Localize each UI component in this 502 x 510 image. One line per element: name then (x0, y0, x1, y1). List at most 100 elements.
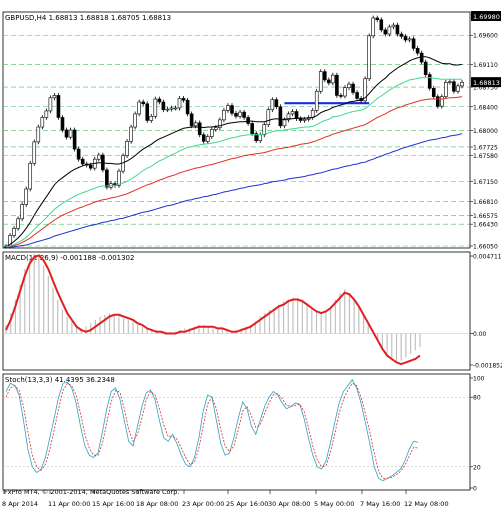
price-axis-label: -0.001852 (473, 362, 502, 369)
candle-body (456, 85, 460, 92)
candle-body (403, 36, 408, 41)
candle-body (177, 98, 182, 109)
candle-body (322, 71, 327, 81)
candle-body (448, 81, 452, 84)
candle-body (88, 164, 93, 169)
candle-body (129, 126, 133, 142)
candle-body (234, 113, 238, 117)
trading-chart: 1.699801.696001.691101.688131.687301.684… (0, 0, 502, 510)
time-axis-label: 7 May 16:00 (360, 500, 400, 508)
candle-body (440, 96, 444, 107)
candle-body (193, 122, 198, 127)
candle-body (181, 98, 186, 101)
candle-body (238, 111, 242, 117)
candle-body (189, 113, 194, 127)
candle-body (278, 106, 283, 127)
candle-body (282, 119, 287, 127)
panel-title: MACD(12,26,9) -0.001188 -0.001302 (5, 254, 134, 262)
time-axis-label: 30 Apr 08:00 (268, 500, 310, 508)
candle-body (153, 98, 158, 117)
time-axis-label: 8 Apr 2014 (2, 500, 38, 508)
candle-body (327, 79, 331, 84)
candle-body (205, 136, 210, 142)
candle-body (270, 99, 275, 111)
candle-body (347, 83, 351, 88)
candle-body (149, 115, 154, 121)
candle-body (318, 71, 323, 92)
price-axis-label: 80 (473, 395, 481, 402)
candle-body (12, 228, 16, 236)
candle-body (379, 19, 384, 31)
candle-body (40, 117, 45, 128)
price-axis-label: 1.66810 (473, 199, 498, 206)
candle-body (52, 95, 57, 99)
candle-body (161, 101, 166, 111)
price-tag-label: 1.69980 (473, 13, 500, 21)
candle-body (302, 118, 307, 121)
copyright-label: FxPro MT4, © 2001-2014, MetaQuotes Softw… (4, 488, 179, 496)
price-axis-label: 20 (473, 464, 481, 471)
candle-body (371, 17, 376, 37)
time-axis-label: 18 Apr 08:00 (136, 500, 178, 508)
candle-body (367, 35, 371, 80)
panel-frame (2, 251, 471, 371)
candle-body (68, 129, 73, 138)
price-axis-label: 1.66050 (473, 244, 498, 251)
price-axis-label: 1.69600 (473, 33, 498, 40)
candle-body (246, 117, 250, 124)
candle-body (24, 188, 28, 205)
candle-body (383, 29, 388, 35)
candle-body (423, 61, 428, 75)
price-axis-label: 1.67580 (473, 153, 498, 160)
candle-body (387, 26, 392, 35)
price-axis-label: 1.67725 (473, 144, 498, 151)
candle-body (44, 110, 49, 118)
candle-body (415, 48, 420, 54)
time-axis-label: 12 May 08:00 (404, 500, 449, 508)
candle-body (56, 95, 61, 118)
candle-body (80, 158, 85, 165)
candle-body (266, 109, 271, 125)
candle-body (298, 118, 303, 121)
candle-body (76, 148, 81, 160)
candle-body (226, 105, 230, 111)
price-axis-label: 1.66575 (473, 213, 498, 220)
price-axis-label: 0.004711 (473, 254, 502, 261)
time-axis-label: 25 Apr 16:00 (226, 500, 268, 508)
price-axis-label: 1.68000 (473, 128, 498, 135)
panel-title: GBPUSD,H4 1.68813 1.68818 1.68705 1.6881… (5, 14, 171, 22)
candle-body (407, 38, 412, 41)
candle-body (145, 103, 150, 121)
candle-body (169, 107, 174, 110)
candle-body (427, 74, 432, 89)
candle-body (210, 129, 214, 137)
price-panel: 1.699801.696001.691101.688131.687301.684… (2, 11, 501, 251)
price-axis-label: 100 (473, 376, 485, 383)
candle-body (222, 110, 226, 121)
candle-body (16, 218, 20, 229)
candle-body (185, 99, 190, 115)
candle-body (395, 24, 400, 35)
candle-body (343, 87, 347, 97)
candle-body (133, 113, 137, 128)
candle-body (201, 134, 206, 142)
time-axis-label: 5 May 00:00 (314, 500, 354, 508)
macd-panel: 0.004711 0.00 -0.001852 MACD(12,26,9) -0.00… (2, 251, 502, 371)
price-axis-label: 1.66430 (473, 222, 498, 229)
time-axis-label: 11 Apr 00:00 (48, 500, 90, 508)
candle-body (444, 82, 448, 97)
candle-body (419, 52, 424, 63)
candle-body (290, 111, 295, 115)
stochastic-panel: 100 80 20 0 Stoch(13,3,3) 41.4395 36.2348 (2, 373, 485, 493)
candle-body (125, 141, 129, 156)
candle-body (435, 96, 440, 107)
price-axis-label: 1.67150 (473, 179, 498, 186)
candle-body (165, 108, 170, 111)
candle-body (64, 129, 69, 138)
candle-body (72, 129, 77, 150)
price-axis-label: 1.68400 (473, 104, 498, 111)
candle-body (117, 170, 121, 186)
price-axis-label: 1.69110 (473, 62, 498, 69)
candle-body (431, 87, 436, 97)
candle-body (20, 204, 24, 220)
